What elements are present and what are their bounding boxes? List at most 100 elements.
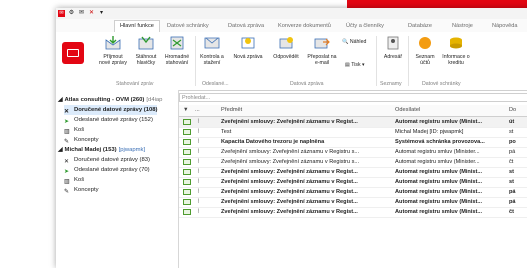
tree-inbox-madej[interactable]: ✕ Doručené datové zprávy (83) (64, 155, 150, 165)
app-menu-button[interactable] (62, 42, 84, 64)
trash-icon: ▥ (64, 178, 70, 185)
new-message-button[interactable]: Nová zpráva (230, 36, 266, 60)
sent-icon: ➤ (64, 118, 69, 125)
tree-drafts-atlas[interactable]: ✎ Koncepty (64, 135, 99, 145)
preview-button[interactable]: 🔍 Náhled (342, 39, 366, 45)
cell-subject: Test (221, 129, 232, 135)
cell-sender: Automat registru smluv (Minist... (395, 199, 483, 205)
tree-sent-madej[interactable]: ➤ Odeslané datové zprávy (70) (64, 165, 150, 175)
cell-subject: Zveřejnění smlouvy: Zveřejnění záznamu v… (221, 209, 358, 215)
mail-icon[interactable]: ✉ (78, 10, 85, 17)
download-headers-button[interactable]: Stáhnout hlavičky (132, 36, 160, 66)
dropdown-icon[interactable]: ▾ (98, 10, 105, 17)
check-and-download-button[interactable]: Kontrola a stažení (198, 36, 226, 66)
attachment-icon: ⌇ (197, 189, 200, 195)
tree-trash-atlas[interactable]: ▥ Koš (64, 125, 84, 135)
cell-subject: Zveřejnění smlouvy: Zveřejnění záznamu v… (221, 189, 358, 195)
account-tree: ◢ Atlas consulting - OVM (260) [d4iap ✕ D… (56, 90, 179, 268)
attachment-icon: ⌇ (197, 149, 200, 155)
ribbon-tabs: Hlavní funkce Datové schránky Datová zpr… (56, 19, 527, 33)
inbox-icon: ✕ (64, 108, 69, 115)
cell-subject: Kapacita Datového trezoru je naplněna (221, 139, 325, 145)
attachment-icon: ⌇ (197, 199, 200, 205)
address-book-button[interactable]: Adresář (380, 36, 406, 60)
cell-extra: út (509, 119, 515, 125)
account-list-button[interactable]: Seznam účtů (412, 36, 438, 66)
tab-nastroje[interactable]: Nástroje (452, 21, 473, 32)
cell-extra: pá (509, 199, 516, 205)
group-label-datova-zprava: Datová zpráva (290, 81, 324, 87)
drafts-icon: ✎ (64, 138, 69, 145)
header-sender[interactable]: Odesílatel (395, 107, 420, 113)
message-icon (183, 159, 191, 165)
tree-sent-atlas[interactable]: ➤ Odeslané datové zprávy (152) (64, 115, 153, 125)
address-book-icon (387, 36, 399, 50)
receive-messages-button[interactable]: Příjmout nové zprávy (98, 36, 128, 66)
cell-sender: Automat registru smluv (Minist... (395, 209, 483, 215)
attachment-icon: ⌇ (197, 119, 200, 125)
cell-extra: st (509, 169, 514, 175)
ribbon-separator (408, 36, 409, 86)
table-row[interactable]: ⌇ Zveřejnění smlouvy: Zveřejnění záznamu … (179, 207, 527, 218)
message-icon (183, 129, 191, 135)
forward-email-button[interactable]: Přeposlat na e-mail (306, 36, 338, 66)
cell-extra: st (509, 129, 514, 135)
bulk-download-icon (170, 36, 184, 50)
message-icon (183, 149, 191, 155)
header-more[interactable]: ... (195, 107, 200, 113)
tree-account-atlas[interactable]: ◢ Atlas consulting - OVM (260) [d4iap (58, 95, 162, 105)
ribbon: Příjmout nové zprávy Stáhnout hlavičky H… (56, 32, 527, 91)
header-subject[interactable]: Předmět (221, 107, 242, 113)
settings-icon[interactable]: ⚙ (68, 10, 75, 17)
accounts-icon (419, 37, 431, 49)
tab-databaze[interactable]: Databáze (408, 21, 432, 32)
attachment-icon: ⌇ (197, 139, 200, 145)
ribbon-separator (195, 36, 196, 86)
tab-ucty[interactable]: Účty a členníky (346, 21, 384, 32)
message-icon (183, 199, 191, 205)
search-input[interactable]: Prohledat... (179, 93, 527, 102)
message-icon (183, 169, 191, 175)
cell-sender: Automat registru smluv (Minist... (395, 189, 483, 195)
headers-icon (138, 36, 154, 50)
attachment-icon: ⌇ (197, 179, 200, 185)
close-icon[interactable]: ✕ (88, 10, 95, 17)
cell-subject: Zveřejnění smlouvy: Zveřejnění záznamu v… (221, 199, 358, 205)
application-window: ✉ ⚙ ✉ ✕ ▾ Hlavní funkce Datové schránky … (56, 8, 527, 268)
cell-subject: Zveřejnění smlouvy: Zveřejnění záznamu v… (221, 179, 358, 185)
attachment-icon: ⌇ (197, 159, 200, 165)
check-download-icon (204, 37, 220, 49)
reply-button[interactable]: Odpovědět (270, 36, 302, 60)
cell-sender: Automat registru smluv (Minist... (395, 179, 483, 185)
bulk-download-button[interactable]: Hromadné stahování (162, 36, 192, 66)
tree-trash-madej[interactable]: ▥ Koš (64, 175, 84, 185)
tab-datova-zprava[interactable]: Datová zpráva (228, 21, 264, 32)
credit-info-button[interactable]: Informace o kreditu (442, 36, 470, 66)
header-flag[interactable]: ▼ (183, 107, 189, 113)
app-logo-icon: ✉ (58, 10, 65, 17)
table-header: ▼ ... Předmět Odesílatel Do (179, 105, 527, 117)
tab-datove-schranky[interactable]: Datové schránky (167, 21, 209, 32)
cell-extra: po (509, 139, 516, 145)
tree-drafts-madej[interactable]: ✎ Koncepty (64, 185, 99, 195)
cell-extra: čt (509, 159, 514, 165)
message-list-panel: Prohledat... ▼ ... Předmět Odesílatel Do… (179, 90, 527, 268)
group-label-odeslane: Odeslané... (202, 81, 229, 87)
attachment-icon: ⌇ (197, 129, 200, 135)
cell-subject: Zveřejnění smlouvy: Zveřejnění záznamu v… (221, 169, 358, 175)
message-icon (183, 179, 191, 185)
tab-konverze[interactable]: Konverze dokumentů (278, 21, 331, 32)
header-extra[interactable]: Do (509, 107, 516, 113)
cell-extra: st (509, 179, 514, 185)
tree-account-madej[interactable]: ◢ Michal Madej (153) [pjwapmk] (58, 145, 145, 155)
print-button[interactable]: ▤ Tisk ▾ (345, 62, 365, 68)
tree-inbox-atlas[interactable]: ✕ Doručené datové zprávy (108) (64, 105, 158, 115)
cell-sender: Automat registru smluv (Minist... (395, 169, 483, 175)
tab-napoveda[interactable]: Nápověda (492, 21, 518, 32)
cell-extra: pá (509, 189, 516, 195)
trash-icon: ▥ (64, 128, 70, 135)
message-icon (183, 209, 191, 215)
cell-extra: čt (509, 209, 514, 215)
cell-extra: pá (509, 149, 516, 155)
group-label-stahovani: Stahování zpráv (116, 81, 154, 87)
